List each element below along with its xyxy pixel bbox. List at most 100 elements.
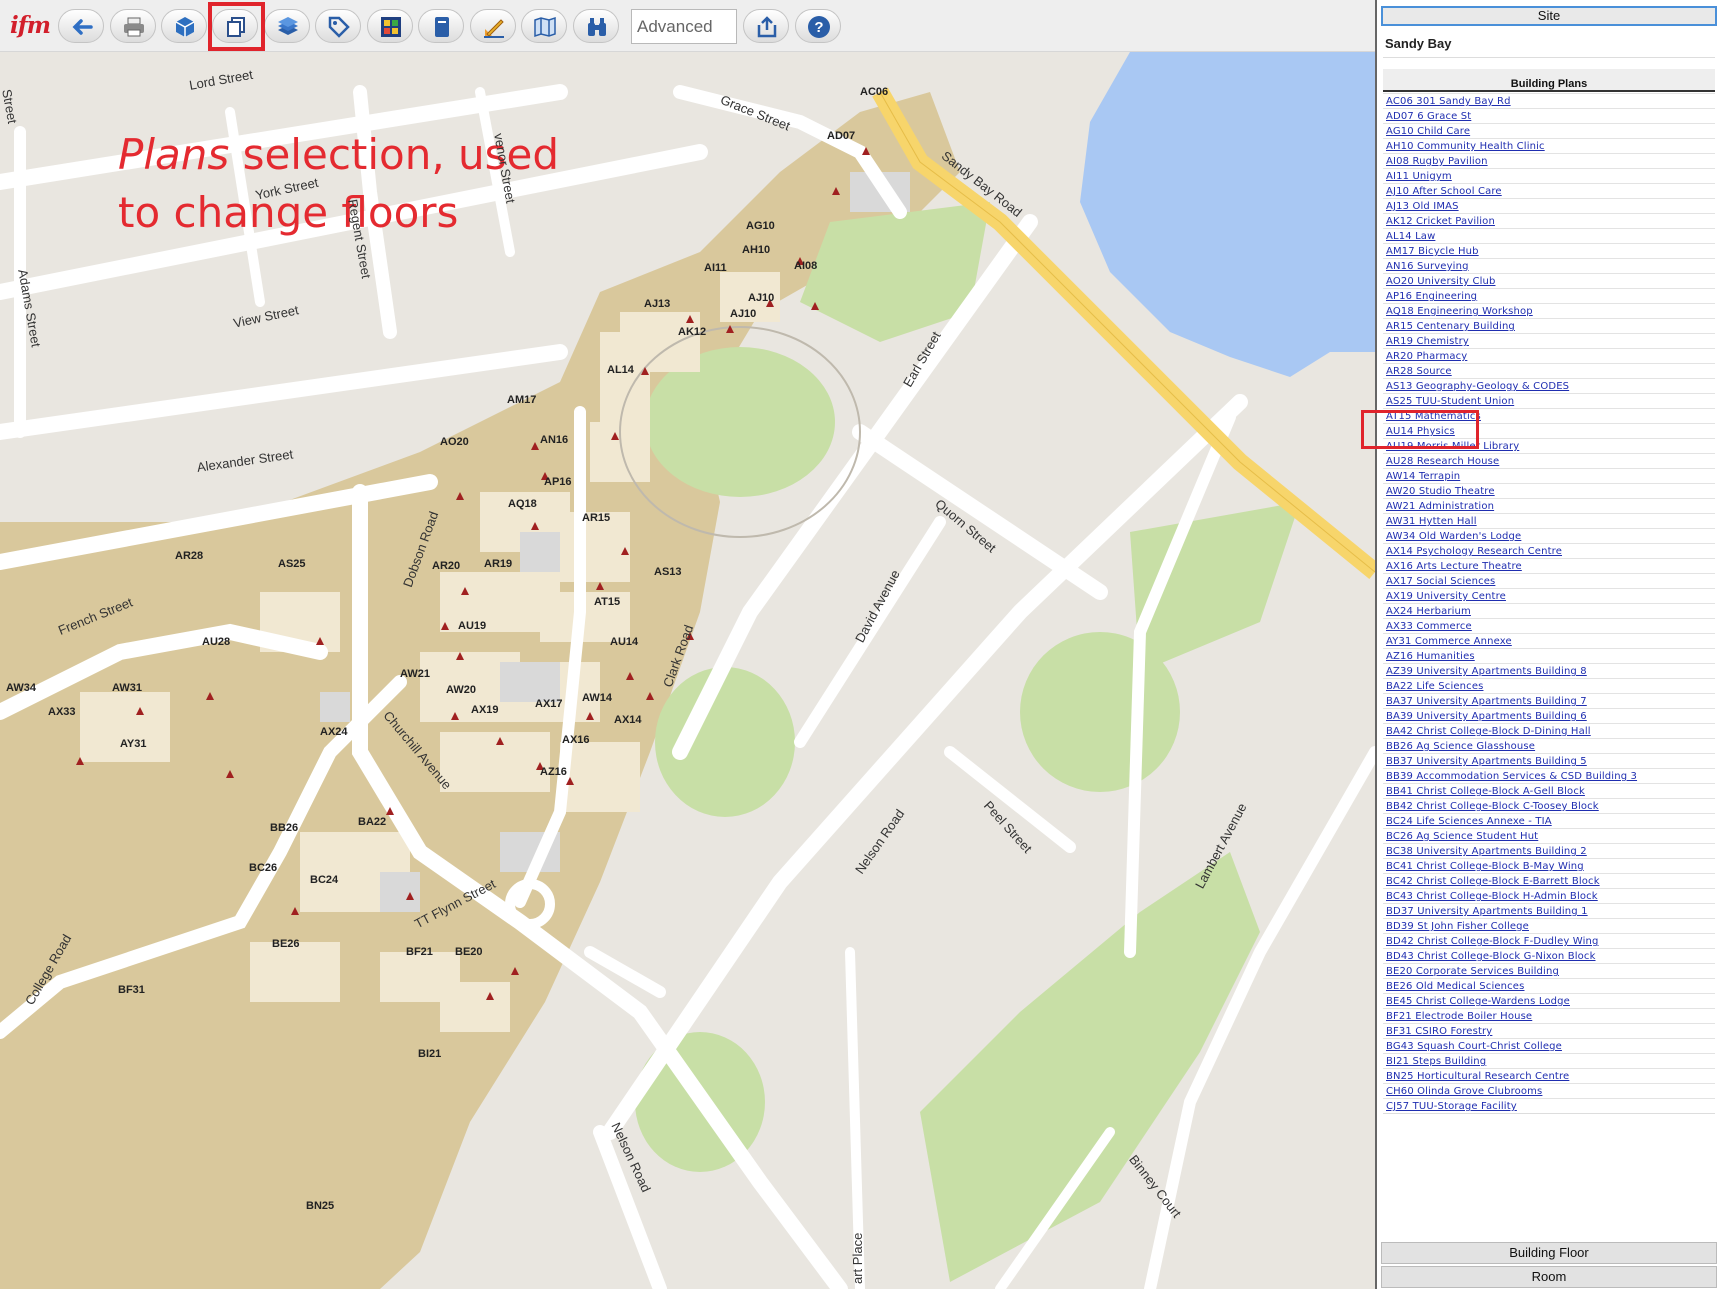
building-plan-link[interactable]: AD07 6 Grace St	[1386, 111, 1471, 122]
building-plan-item: AC06 301 Sandy Bay Rd	[1383, 93, 1715, 108]
building-plan-link[interactable]: AN16 Surveying	[1386, 261, 1469, 272]
building-plan-link[interactable]: AW21 Administration	[1386, 501, 1494, 512]
building-plan-link[interactable]: AR19 Chemistry	[1386, 336, 1469, 347]
building-plan-link[interactable]: AR28 Source	[1386, 366, 1452, 377]
layers-button[interactable]	[264, 9, 310, 43]
building-plan-link[interactable]: AW20 Studio Theatre	[1386, 486, 1495, 497]
building-plan-link[interactable]: AR20 Pharmacy	[1386, 351, 1467, 362]
book-icon	[435, 17, 449, 37]
building-plan-link[interactable]: AZ16 Humanities	[1386, 651, 1475, 662]
building-label: AW21	[400, 668, 430, 680]
building-plan-item: BD39 St John Fisher College	[1383, 918, 1715, 933]
building-floor-tab[interactable]: Building Floor	[1381, 1242, 1717, 1264]
building-plan-link[interactable]: BC42 Christ College-Block E-Barrett Bloc…	[1386, 876, 1600, 887]
building-plan-link[interactable]: AW34 Old Warden's Lodge	[1386, 531, 1521, 542]
building-plan-link[interactable]: CJ57 TUU-Storage Facility	[1386, 1101, 1517, 1112]
building-plan-link[interactable]: BD43 Christ College-Block G-Nixon Block	[1386, 951, 1596, 962]
building-plan-link[interactable]: BB39 Accommodation Services & CSD Buildi…	[1386, 771, 1637, 782]
building-plan-link[interactable]: AW31 Hytten Hall	[1386, 516, 1477, 527]
building-plan-link[interactable]: BG43 Squash Court-Christ College	[1386, 1041, 1562, 1052]
building-label: AU28	[202, 636, 231, 648]
campus-map[interactable]: Plans selection, used to change floors L…	[0, 52, 1375, 1289]
back-button[interactable]	[58, 9, 104, 43]
building-plan-item: BB39 Accommodation Services & CSD Buildi…	[1383, 768, 1715, 783]
building-plan-link[interactable]: AJ10 After School Care	[1386, 186, 1502, 197]
building-plan-link[interactable]: AX14 Psychology Research Centre	[1386, 546, 1562, 557]
building-plan-link[interactable]: AX16 Arts Lecture Theatre	[1386, 561, 1522, 572]
building-label: AU14	[610, 636, 639, 648]
building-plan-link[interactable]: AU28 Research House	[1386, 456, 1499, 467]
building-plan-link[interactable]: BA39 University Apartments Building 6	[1386, 711, 1587, 722]
building-plan-link[interactable]: AX17 Social Sciences	[1386, 576, 1495, 587]
advanced-search-input[interactable]	[631, 9, 737, 44]
building-plan-link[interactable]: AW14 Terrapin	[1386, 471, 1460, 482]
building-plan-link[interactable]: BA42 Christ College-Block D-Dining Hall	[1386, 726, 1591, 737]
building-plan-link[interactable]: BB26 Ag Science Glasshouse	[1386, 741, 1535, 752]
building-plan-link[interactable]: BF21 Electrode Boiler House	[1386, 1011, 1532, 1022]
building-plan-link[interactable]: BD42 Christ College-Block F-Dudley Wing	[1386, 936, 1599, 947]
building-plan-link[interactable]: AX24 Herbarium	[1386, 606, 1471, 617]
building-plan-link[interactable]: AG10 Child Care	[1386, 126, 1470, 137]
building-plan-item: AN16 Surveying	[1383, 258, 1715, 273]
building-label: AR15	[582, 512, 611, 524]
building-plan-link[interactable]: AC06 301 Sandy Bay Rd	[1386, 96, 1511, 107]
building-plan-link[interactable]: AO20 University Club	[1386, 276, 1496, 287]
building-plan-item: BF31 CSIRO Forestry	[1383, 1023, 1715, 1038]
building-plan-link[interactable]: BI21 Steps Building	[1386, 1056, 1486, 1067]
building-plan-item: AR20 Pharmacy	[1383, 348, 1715, 363]
book-button[interactable]	[418, 9, 464, 43]
measure-button[interactable]	[470, 9, 516, 43]
building-label: AD07	[827, 130, 856, 142]
building-plan-item: BA22 Life Sciences	[1383, 678, 1715, 693]
building-plan-link[interactable]: AJ13 Old IMAS	[1386, 201, 1459, 212]
building-plan-link[interactable]: AS13 Geography-Geology & CODES	[1386, 381, 1569, 392]
building-plan-link[interactable]: AQ18 Engineering Workshop	[1386, 306, 1533, 317]
building-plan-link[interactable]: AX19 University Centre	[1386, 591, 1506, 602]
building-plan-link[interactable]: BC24 Life Sciences Annexe - TIA	[1386, 816, 1552, 827]
find-button[interactable]	[573, 9, 619, 43]
building-plan-link[interactable]: BE45 Christ College-Wardens Lodge	[1386, 996, 1570, 1007]
building-plan-link[interactable]: AY31 Commerce Annexe	[1386, 636, 1512, 647]
building-plan-link[interactable]: BB41 Christ College-Block A-Gell Block	[1386, 786, 1585, 797]
print-button[interactable]	[110, 9, 156, 43]
tag-button[interactable]	[315, 9, 361, 43]
building-plan-item: AW34 Old Warden's Lodge	[1383, 528, 1715, 543]
site-tab[interactable]: Site	[1381, 6, 1717, 26]
color-key-button[interactable]	[367, 9, 413, 43]
building-plan-link[interactable]: AI11 Unigym	[1386, 171, 1452, 182]
building-plan-link[interactable]: BC26 Ag Science Student Hut	[1386, 831, 1538, 842]
building-plan-link[interactable]: BE26 Old Medical Sciences	[1386, 981, 1524, 992]
building-plan-item: AJ10 After School Care	[1383, 183, 1715, 198]
building-plan-link[interactable]: BB37 University Apartments Building 5	[1386, 756, 1587, 767]
building-plan-link[interactable]: AM17 Bicycle Hub	[1386, 246, 1479, 257]
building-plan-link[interactable]: BN25 Horticultural Research Centre	[1386, 1071, 1569, 1082]
building-plan-link[interactable]: AL14 Law	[1386, 231, 1435, 242]
building-plan-link[interactable]: AI08 Rugby Pavilion	[1386, 156, 1488, 167]
building-plan-link[interactable]: BD37 University Apartments Building 1	[1386, 906, 1588, 917]
building-plan-link[interactable]: AZ39 University Apartments Building 8	[1386, 666, 1587, 677]
building-plan-link[interactable]: BE20 Corporate Services Building	[1386, 966, 1559, 977]
building-plan-link[interactable]: BF31 CSIRO Forestry	[1386, 1026, 1492, 1037]
building-plan-link[interactable]: BA37 University Apartments Building 7	[1386, 696, 1587, 707]
map-button[interactable]	[521, 9, 567, 43]
building-plan-link[interactable]: AX33 Commerce	[1386, 621, 1472, 632]
building-plan-link[interactable]: CH60 Olinda Grove Clubrooms	[1386, 1086, 1542, 1097]
3d-view-button[interactable]	[161, 9, 207, 43]
building-plan-link[interactable]: BC38 University Apartments Building 2	[1386, 846, 1587, 857]
building-label: AM17	[507, 394, 537, 406]
color-grid-icon	[381, 17, 401, 37]
building-plan-link[interactable]: BD39 St John Fisher College	[1386, 921, 1529, 932]
building-plan-link[interactable]: BB42 Christ College-Block C-Toosey Block	[1386, 801, 1599, 812]
building-plan-link[interactable]: BA22 Life Sciences	[1386, 681, 1483, 692]
building-plan-link[interactable]: AR15 Centenary Building	[1386, 321, 1515, 332]
room-tab[interactable]: Room	[1381, 1266, 1717, 1288]
building-plan-link[interactable]: AH10 Community Health Clinic	[1386, 141, 1545, 152]
building-label: BF21	[406, 946, 433, 958]
building-plan-link[interactable]: AK12 Cricket Pavilion	[1386, 216, 1495, 227]
building-plan-link[interactable]: AP16 Engineering	[1386, 291, 1477, 302]
building-plan-link[interactable]: BC43 Christ College-Block H-Admin Block	[1386, 891, 1598, 902]
building-plan-link[interactable]: AS25 TUU-Student Union	[1386, 396, 1514, 407]
help-button[interactable]: ?	[795, 9, 841, 43]
share-button[interactable]	[743, 9, 789, 43]
building-plan-link[interactable]: BC41 Christ College-Block B-May Wing	[1386, 861, 1584, 872]
